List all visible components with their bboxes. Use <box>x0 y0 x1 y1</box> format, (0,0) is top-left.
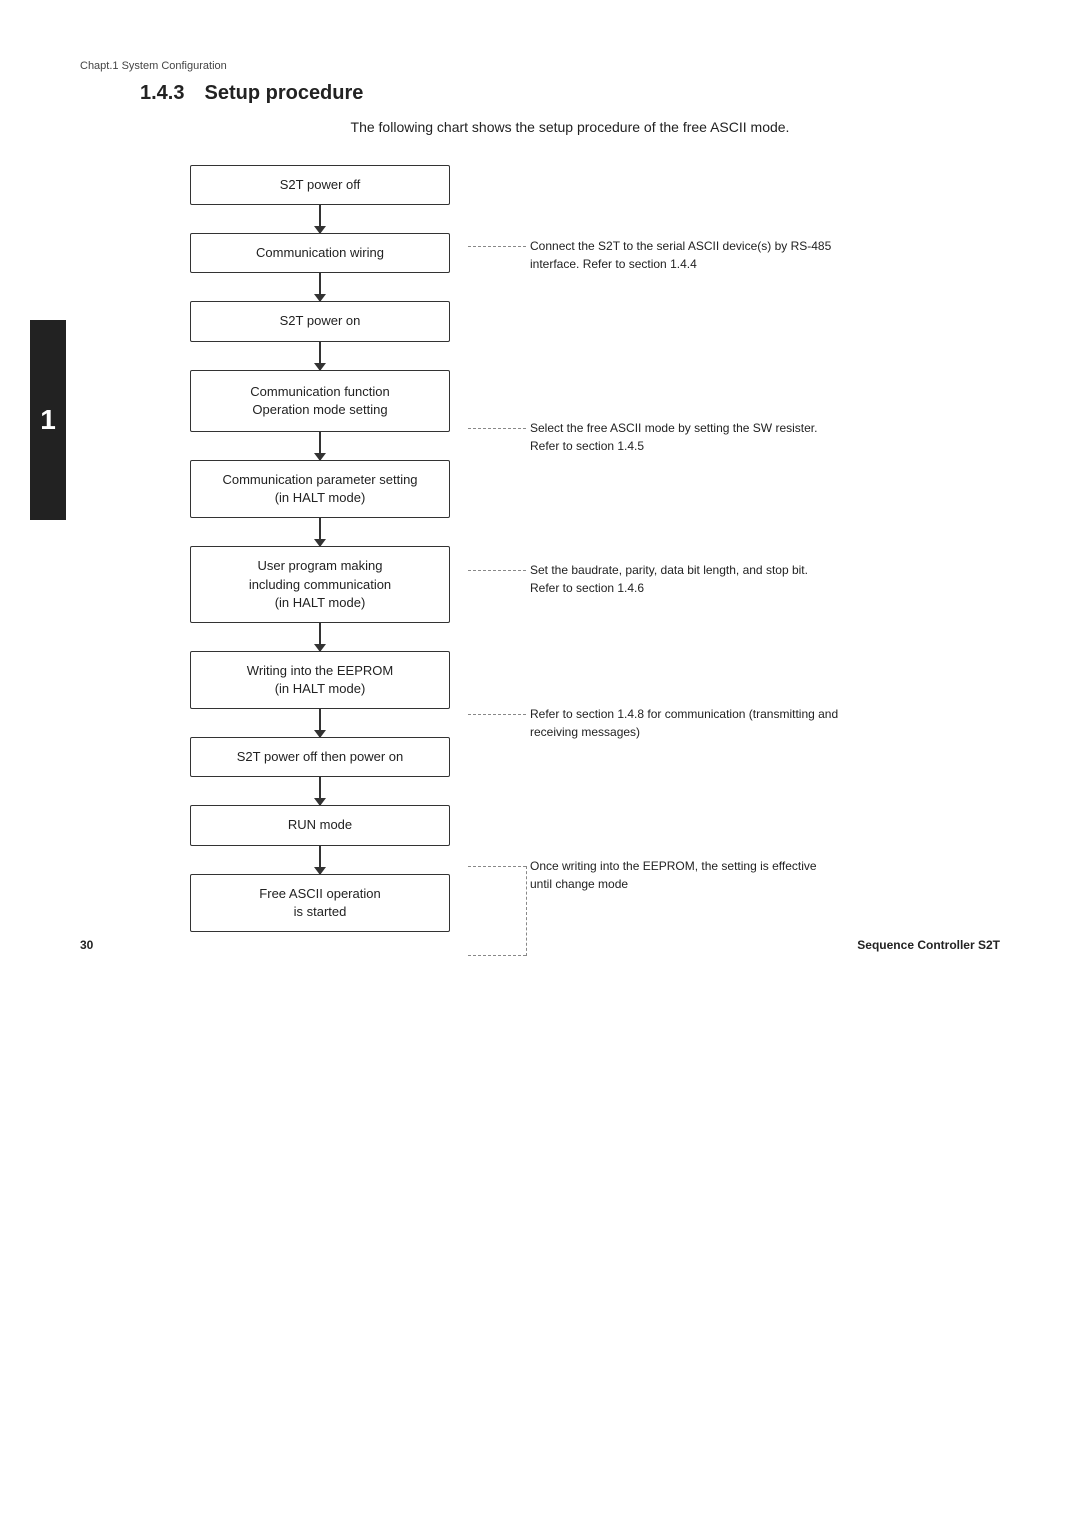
flow-step-5: Communication parameter setting (in HALT… <box>190 460 450 518</box>
arrow-3 <box>319 342 321 370</box>
flow-step-9: RUN mode <box>190 805 450 845</box>
arrow-9 <box>319 846 321 874</box>
sidebar-tab: 1 <box>30 320 66 520</box>
arrow-8 <box>319 777 321 805</box>
flow-step-6: User program making including communicat… <box>190 546 450 623</box>
flow-step-1: S2T power off <box>190 165 450 205</box>
flow-step-2: Communication wiring <box>190 233 450 273</box>
note-6: Refer to section 1.4.8 for communication… <box>530 705 840 741</box>
section-number: 1.4.3 <box>140 82 184 105</box>
arrow-4 <box>319 432 321 460</box>
flow-step-8: S2T power off then power on <box>190 737 450 777</box>
note-4: Select the free ASCII mode by setting th… <box>530 419 840 455</box>
flow-step-4: Communication function Operation mode se… <box>190 370 450 432</box>
subtitle: The following chart shows the setup proc… <box>140 119 1000 135</box>
arrow-1 <box>319 205 321 233</box>
product-name: Sequence Controller S2T <box>857 938 1000 952</box>
page-number: 30 <box>80 938 93 952</box>
page: Chapt.1 System Configuration 1.4.3 Setup… <box>0 0 1080 992</box>
flow-step-7: Writing into the EEPROM (in HALT mode) <box>190 651 450 709</box>
note-7: Once writing into the EEPROM, the settin… <box>530 857 840 893</box>
arrow-7 <box>319 709 321 737</box>
flow-step-10: Free ASCII operation is started <box>190 874 450 932</box>
note-2: Connect the S2T to the serial ASCII devi… <box>530 237 840 273</box>
breadcrumb: Chapt.1 System Configuration <box>80 60 1000 72</box>
flow-step-3: S2T power on <box>190 301 450 341</box>
flowchart: S2T power off Communication wiring S2T p… <box>180 165 460 932</box>
arrow-2 <box>319 273 321 301</box>
note-5: Set the baudrate, parity, data bit lengt… <box>530 561 840 597</box>
page-footer: 30 Sequence Controller S2T <box>80 938 1000 952</box>
section-title: Setup procedure <box>204 82 363 105</box>
arrow-6 <box>319 623 321 651</box>
arrow-5 <box>319 518 321 546</box>
